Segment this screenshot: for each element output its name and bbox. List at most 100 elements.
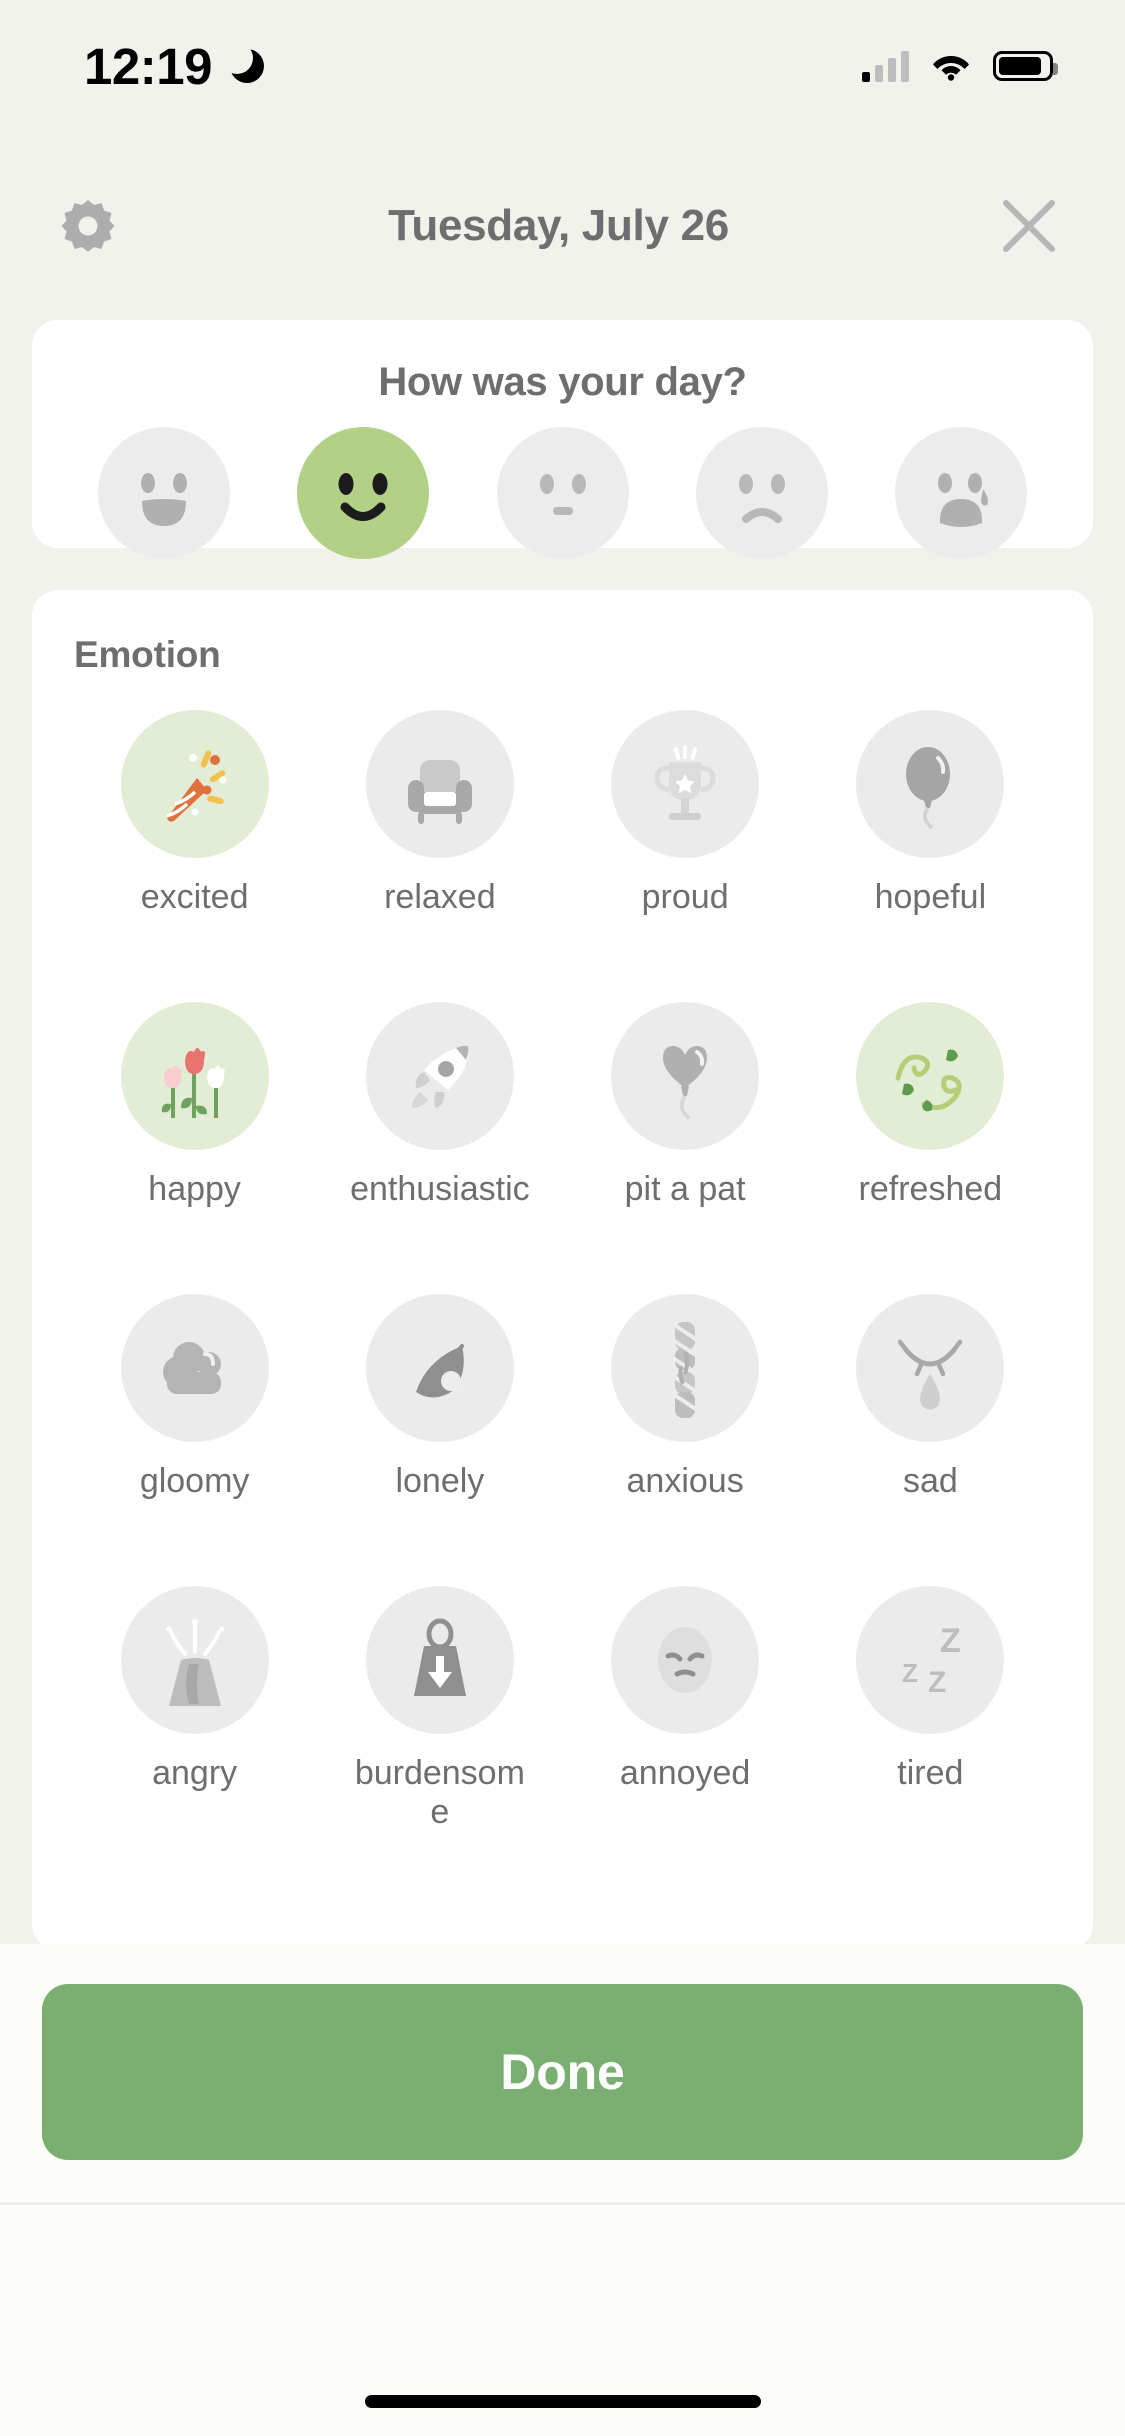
emotion-item-burdensome[interactable]: burdensome xyxy=(317,1586,562,1878)
emotion-item-anxious[interactable]: anxious xyxy=(563,1294,808,1586)
mood-option-very-happy[interactable] xyxy=(98,427,230,559)
svg-text:Z: Z xyxy=(940,1622,961,1660)
emotion-label: lonely xyxy=(395,1462,485,1500)
bottom-bar: Done xyxy=(0,1944,1125,2436)
emotion-icon-wrap xyxy=(120,710,269,858)
mood-option-very-sad[interactable] xyxy=(895,427,1027,559)
app-header: Tuesday, July 26 xyxy=(0,178,1125,274)
emotion-icon-wrap xyxy=(611,1294,760,1442)
armchair-icon xyxy=(407,760,472,824)
svg-text:Z: Z xyxy=(928,1666,946,1699)
emotion-icon-wrap xyxy=(856,710,1005,858)
status-time: 12:19 xyxy=(84,37,212,95)
emotion-item-tired[interactable]: Z Z Z tired xyxy=(808,1586,1053,1878)
gear-icon xyxy=(61,200,115,252)
leaf-swirl-icon xyxy=(895,1049,963,1112)
emotion-item-annoyed[interactable]: annoyed xyxy=(563,1586,808,1878)
emotion-label: proud xyxy=(641,878,729,916)
status-bar: 12:19 xyxy=(0,0,1125,132)
sad-face-icon xyxy=(738,474,785,523)
emotion-icon-wrap xyxy=(611,710,760,858)
emotion-icon-wrap xyxy=(365,710,514,858)
emotion-item-pit-a-pat[interactable]: pit a pat xyxy=(563,1002,808,1294)
cellular-signal-icon xyxy=(862,50,909,82)
emotion-label: gloomy xyxy=(139,1462,250,1500)
emotion-icon-wrap: Z Z Z xyxy=(856,1586,1005,1734)
party-popper-icon xyxy=(166,750,227,822)
emotion-label: hopeful xyxy=(874,878,987,916)
emotion-item-relaxed[interactable]: relaxed xyxy=(317,710,562,1002)
emotion-item-proud[interactable]: proud xyxy=(563,710,808,1002)
mood-option-happy[interactable] xyxy=(297,427,430,559)
happy-face-icon xyxy=(338,473,388,521)
emotion-icon-wrap xyxy=(120,1294,269,1442)
tulips-icon xyxy=(161,1048,225,1118)
emotion-label: burdensome xyxy=(354,1754,525,1832)
emotion-item-excited[interactable]: excited xyxy=(72,710,317,1002)
emotion-section-title: Emotion xyxy=(74,634,221,675)
falling-leaf-icon xyxy=(415,1344,464,1398)
emotion-icon-wrap xyxy=(120,1002,269,1150)
close-icon xyxy=(1003,200,1055,252)
emotion-item-enthusiastic[interactable]: enthusiastic xyxy=(317,1002,562,1294)
trophy-icon xyxy=(654,745,716,820)
emotion-icon-wrap xyxy=(365,1002,514,1150)
settings-button[interactable] xyxy=(40,178,136,274)
emotion-item-gloomy[interactable]: gloomy xyxy=(72,1294,317,1586)
balloon-icon xyxy=(906,747,951,830)
crescent-moon-icon xyxy=(220,42,264,83)
emotion-icon-wrap xyxy=(856,1294,1005,1442)
close-button[interactable] xyxy=(981,178,1077,274)
emotion-icon-wrap xyxy=(120,1586,269,1734)
emotion-label: relaxed xyxy=(384,878,496,916)
emotion-item-angry[interactable]: angry xyxy=(72,1586,317,1878)
done-button[interactable]: Done xyxy=(42,1984,1083,2160)
page-title: Tuesday, July 26 xyxy=(388,201,729,250)
emotion-grid: excited relaxed proud hopeful happy enth… xyxy=(32,676,1093,1878)
emotion-label: excited xyxy=(140,878,249,916)
neutral-face-icon xyxy=(539,474,586,515)
very-sad-face-icon xyxy=(938,473,988,527)
mood-question: How was your day? xyxy=(378,360,747,404)
mood-option-sad[interactable] xyxy=(695,427,828,559)
emotion-card: Emotion excited relaxed proud hopeful ha… xyxy=(32,590,1093,1950)
mood-card: How was your day? xyxy=(32,320,1093,559)
svg-text:Z: Z xyxy=(902,1658,918,1688)
sleeping-zzz-icon: Z Z Z xyxy=(902,1622,961,1699)
emotion-label: tired xyxy=(897,1754,964,1792)
status-bar-right xyxy=(862,50,1058,82)
heart-balloon-icon xyxy=(663,1046,708,1120)
emotion-icon-wrap xyxy=(365,1294,514,1442)
mood-face-row xyxy=(32,405,1093,559)
emotion-icon-wrap xyxy=(856,1002,1005,1150)
very-happy-face-icon xyxy=(141,473,187,526)
emotion-label: happy xyxy=(148,1170,241,1208)
emotion-item-lonely[interactable]: lonely xyxy=(317,1294,562,1586)
crying-eye-icon xyxy=(898,1339,963,1410)
emotion-icon-wrap xyxy=(611,1586,760,1734)
emotion-label: refreshed xyxy=(858,1170,1003,1208)
emotion-icon-wrap xyxy=(611,1002,760,1150)
emotion-label: sad xyxy=(902,1462,958,1500)
emotion-item-happy[interactable]: happy xyxy=(72,1002,317,1294)
emotion-item-hopeful[interactable]: hopeful xyxy=(808,710,1053,1002)
mood-option-neutral[interactable] xyxy=(496,427,629,559)
weight-icon xyxy=(413,1618,466,1696)
emotion-label: anxious xyxy=(626,1462,744,1500)
annoyed-face-icon xyxy=(658,1627,713,1693)
volcano-icon xyxy=(166,1619,225,1706)
home-indicator[interactable] xyxy=(364,2395,761,2408)
twisted-rope-icon xyxy=(672,1322,699,1418)
emotion-label: angry xyxy=(152,1754,238,1792)
emotion-item-sad[interactable]: sad xyxy=(808,1294,1053,1586)
emotion-item-refreshed[interactable]: refreshed xyxy=(808,1002,1053,1294)
emotion-label: pit a pat xyxy=(624,1170,746,1208)
emotion-label: annoyed xyxy=(619,1754,751,1792)
status-bar-left: 12:19 xyxy=(84,37,264,96)
wifi-icon xyxy=(931,51,971,81)
emotion-label: enthusiastic xyxy=(350,1170,530,1208)
rocket-icon xyxy=(411,1045,469,1108)
cloud-icon xyxy=(162,1342,221,1394)
emotion-icon-wrap xyxy=(365,1586,514,1734)
bottom-divider xyxy=(0,2202,1125,2205)
